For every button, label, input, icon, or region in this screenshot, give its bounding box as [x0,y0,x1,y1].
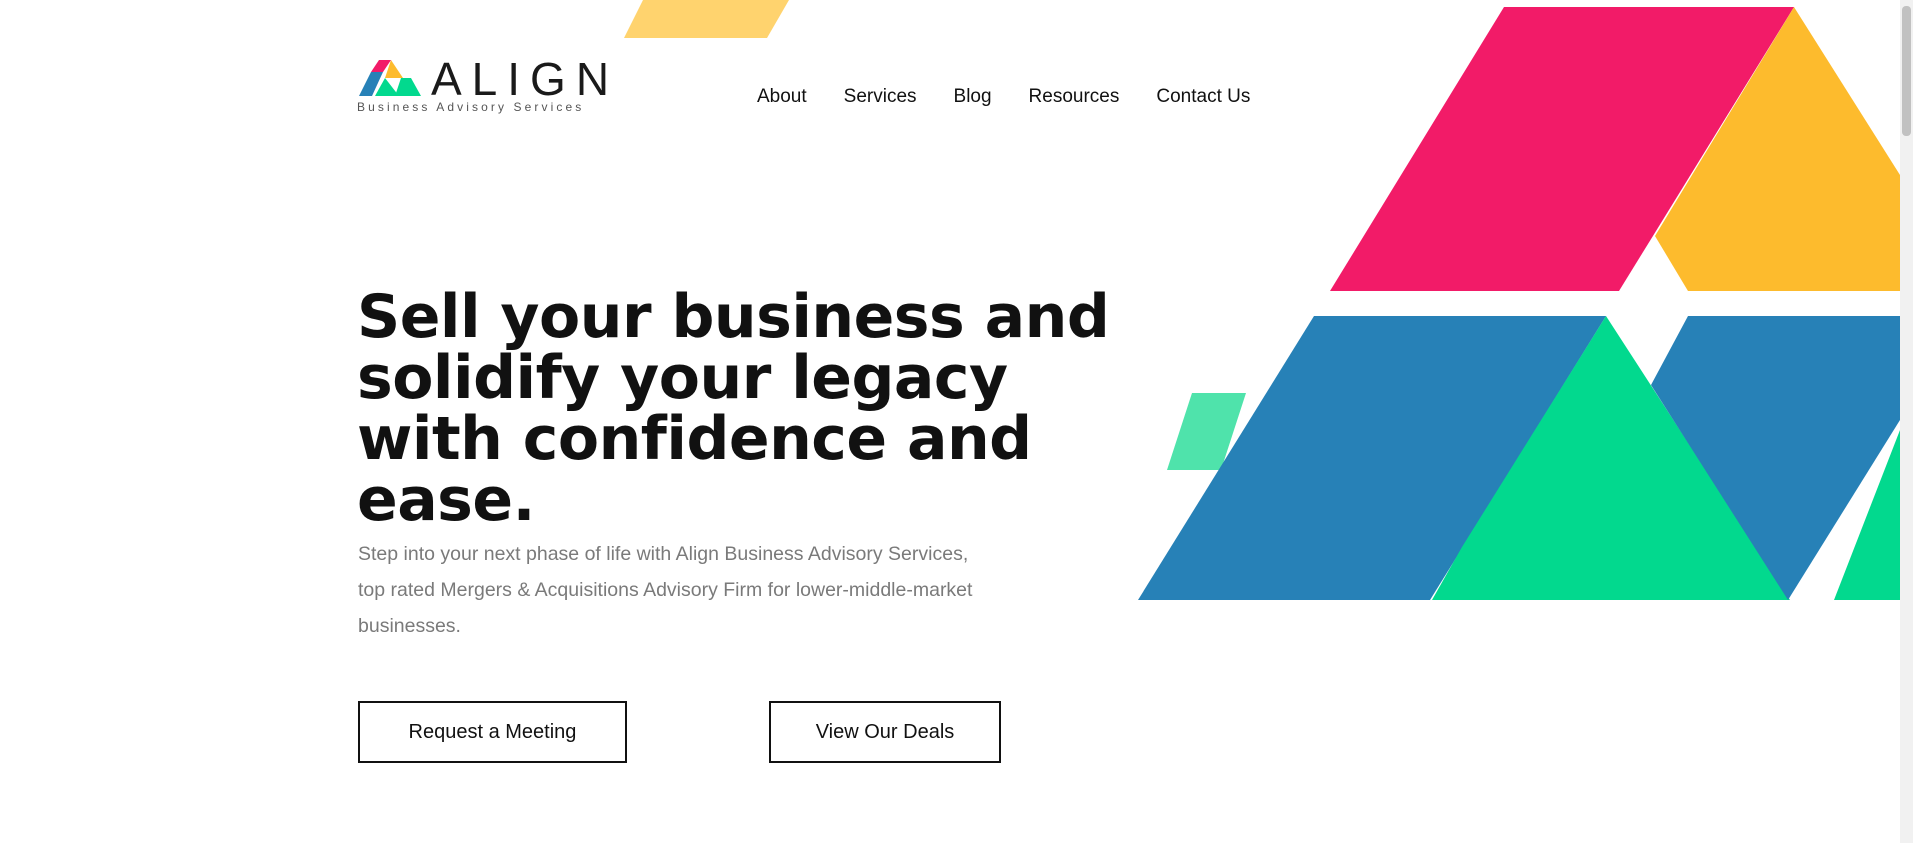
nav-resources[interactable]: Resources [1029,86,1120,108]
hero-lede: Step into your next phase of life with A… [358,543,973,637]
view-deals-button[interactable]: View Our Deals [769,701,1001,763]
logo-wordmark: ALIGN [431,53,620,105]
request-meeting-button[interactable]: Request a Meeting [358,701,627,763]
scrollbar-track[interactable] [1900,0,1913,843]
main-nav: About Services Blog Resources Contact Us [757,86,1250,108]
nav-about[interactable]: About [757,86,807,108]
nav-contact-us[interactable]: Contact Us [1156,86,1250,108]
nav-services[interactable]: Services [844,86,917,108]
yellow-parallelogram-top [624,0,789,38]
nav-blog[interactable]: Blog [954,86,992,108]
triangles-logo-icon [359,60,421,96]
logo-tagline: Business Advisory Services [357,100,585,114]
scrollbar-thumb[interactable] [1902,6,1911,136]
hero-headline: Sell your business and solidify your leg… [357,282,1110,535]
align-logo[interactable]: ALIGN Business Advisory Services [357,56,609,118]
